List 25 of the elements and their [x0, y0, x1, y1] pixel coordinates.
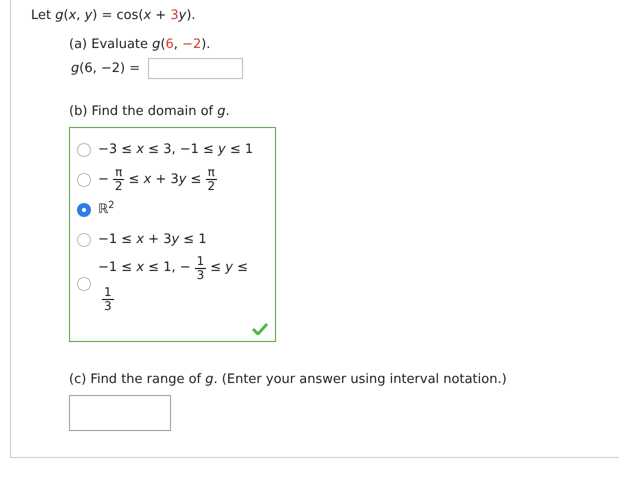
radio-button[interactable] [77, 276, 91, 290]
problem-statement: Let g(x, y) = cos(x + 3y). [31, 7, 197, 25]
radio-button[interactable] [77, 172, 91, 186]
answer-field[interactable] [69, 395, 171, 431]
part-b-question: (b) Find the domain of g. [69, 103, 231, 121]
radio-button[interactable] [77, 202, 91, 216]
radio-button[interactable] [77, 232, 91, 246]
part-c-question: (c) Find the range of g. (Enter your answer using interval notation.) [69, 370, 508, 388]
option-text: ≤ x + 3 [128, 170, 179, 189]
fraction: 1 3 [194, 254, 206, 282]
option-text: −1 ≤ x ≤ 1, − [98, 259, 191, 278]
part-a-question: (a) Evaluate g(6, −2). [69, 36, 212, 54]
option-text: y ≤ 1 [171, 230, 207, 249]
option-text: y ≤ [178, 170, 202, 189]
option-text: −1 ≤ x + 3 [98, 230, 172, 249]
fraction: 1 3 [102, 286, 114, 312]
radio-button[interactable] [77, 142, 91, 156]
option-text: ℝ$^{2}$ [98, 200, 115, 219]
option-text: ≤ y ≤ [210, 259, 248, 278]
option-text: −3 ≤ x ≤ 3, −1 ≤ y ≤ 1 [98, 140, 254, 159]
option-text: − [98, 170, 109, 189]
answer-label: g(6, −2) = [71, 60, 140, 78]
fraction: π 2 [112, 166, 125, 193]
fraction: π 2 [205, 166, 218, 193]
answer-field[interactable] [148, 58, 244, 79]
